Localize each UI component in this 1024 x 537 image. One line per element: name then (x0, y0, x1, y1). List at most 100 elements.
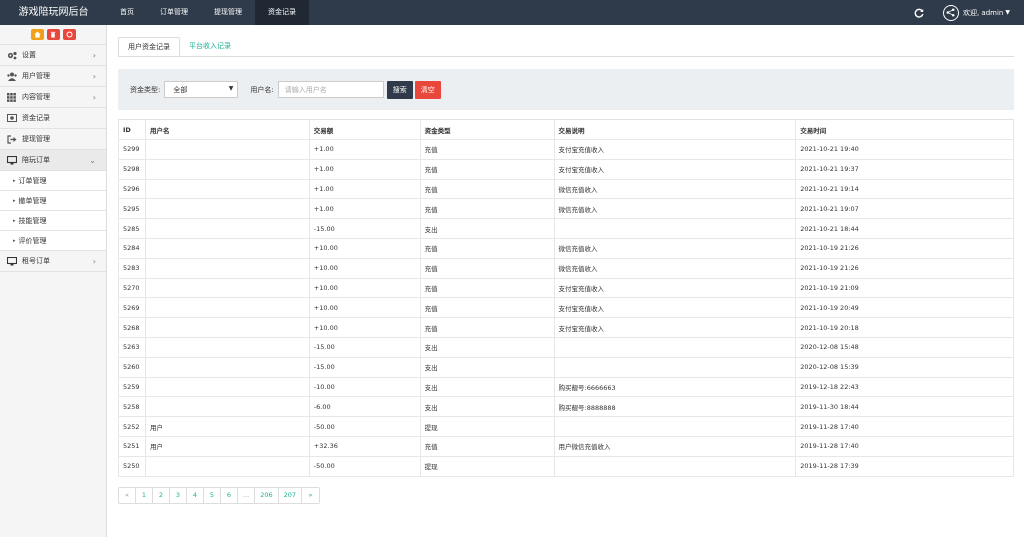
cell-username (146, 278, 310, 298)
table-row: 5296 +1.00 充值 微信充值收入 2021-10-21 19:14 (119, 179, 1014, 200)
cell-type: 充值 (421, 159, 555, 179)
sidebar-item-withdraw[interactable]: 提现管理 (0, 129, 106, 150)
cell-time: 2021-10-21 18:44 (796, 219, 1014, 238)
table-row: 5270 +10.00 充值 支付宝充值收入 2021-10-19 21:09 (119, 278, 1014, 299)
cell-time: 2019-12-18 22:43 (796, 377, 1014, 397)
cell-amount: -50.00 (310, 456, 421, 476)
fund-type-label: 资金类型: (130, 85, 161, 94)
cell-id: 5269 (119, 298, 146, 318)
page-link[interactable]: 6 (221, 488, 238, 503)
sidebar-subitem-orders[interactable]: ▸ 订单管理 (0, 171, 106, 191)
topnav-orders[interactable]: 订单管理 (147, 0, 201, 25)
table-row: 5259 -10.00 支出 购买靓号:6666663 2019-12-18 22:43 (119, 377, 1014, 398)
sidebar-subitem-cancellations[interactable]: ▸ 撤单管理 (0, 191, 106, 211)
cell-type: 支出 (421, 337, 555, 357)
username-input[interactable]: 请输入用户名 (277, 81, 384, 98)
chevron-down-icon: ⌄ (89, 155, 96, 165)
cell-type: 提现 (421, 456, 555, 476)
topnav-withdraw[interactable]: 提现管理 (201, 0, 255, 25)
table-row: 5295 +1.00 充值 微信充值收入 2021-10-21 19:07 (119, 199, 1014, 220)
sidebar-subitem-label: 技能管理 (18, 216, 47, 225)
sidebar-item-funds[interactable]: 资金记录 (0, 108, 106, 129)
sidebar-item-label: 提现管理 (22, 135, 50, 143)
chevron-right-icon: › (92, 92, 96, 102)
user-area: 欢迎, admin ▼ (913, 0, 1024, 25)
cell-amount: +1.00 (310, 159, 421, 179)
cell-amount: +1.00 (310, 179, 421, 199)
header-id: ID (119, 120, 146, 139)
page-link[interactable]: 207 (279, 488, 303, 503)
page-link[interactable]: 5 (204, 488, 221, 503)
sidebar-subitem-skills[interactable]: ▸ 技能管理 (0, 211, 106, 231)
cell-amount: -6.00 (310, 397, 421, 417)
tab-platform-income[interactable]: 平台收入记录 (180, 37, 240, 57)
page-link[interactable]: 4 (187, 488, 204, 503)
cell-id: 5298 (119, 159, 146, 179)
page-prev-button[interactable]: « (119, 488, 136, 503)
avatar[interactable] (942, 4, 959, 21)
home-icon[interactable] (30, 29, 44, 40)
sidebar-item-content[interactable]: 内容管理 › (0, 87, 106, 108)
sidebar-subitem-reviews[interactable]: ▸ 评价管理 (0, 231, 106, 251)
cell-username (146, 159, 310, 179)
header-username: 用户名 (146, 120, 310, 139)
page-link[interactable]: 1 (136, 488, 153, 503)
table-row: 5260 -15.00 支出 2020-12-08 15:39 (119, 357, 1014, 378)
caret-right-icon: ▸ (13, 197, 16, 204)
page-next-button[interactable]: » (302, 488, 319, 503)
page-link[interactable]: 3 (170, 488, 187, 503)
users-icon (6, 71, 17, 81)
tab-user-funds[interactable]: 用户资金记录 (118, 37, 180, 57)
cell-id: 5258 (119, 397, 146, 417)
refresh-icon[interactable] (913, 7, 925, 19)
recycle-icon[interactable] (62, 29, 76, 40)
cell-amount: -15.00 (310, 337, 421, 357)
page-link[interactable]: 2 (153, 488, 170, 503)
cell-time: 2021-10-19 21:09 (796, 278, 1014, 298)
page-link[interactable]: 206 (255, 488, 279, 503)
cell-type: 充值 (421, 140, 555, 159)
topnav-funds[interactable]: 资金记录 (255, 0, 309, 25)
cell-username (146, 377, 310, 397)
cell-username (146, 219, 310, 238)
cell-amount: -10.00 (310, 377, 421, 397)
cell-amount: +1.00 (310, 140, 421, 159)
sidebar-item-label: 用户管理 (22, 72, 50, 80)
cell-type: 充值 (421, 238, 555, 258)
trash-icon[interactable] (46, 29, 60, 40)
table-row: 5251 用户 +32.36 充值 用户微信充值收入 2019-11-28 17:40 (119, 436, 1014, 457)
sidebar-item-rental-orders[interactable]: 租号订单 › (0, 251, 106, 272)
cell-description: 购买靓号:8888888 (555, 397, 797, 417)
cell-amount: +10.00 (310, 298, 421, 318)
tab-divider (118, 56, 1014, 57)
cell-id: 5268 (119, 318, 146, 337)
topnav-home[interactable]: 首页 (107, 0, 147, 25)
fund-type-select[interactable]: 全部 ▼ (164, 81, 239, 98)
cell-description (555, 337, 797, 357)
search-button[interactable]: 搜索 (386, 80, 413, 99)
desktop-icon (6, 155, 17, 165)
cell-description (555, 456, 797, 476)
caret-down-icon[interactable]: ▼ (1005, 9, 1010, 16)
cell-type: 充值 (421, 199, 555, 219)
cell-time: 2020-12-08 15:48 (796, 337, 1014, 357)
cell-username (146, 298, 310, 318)
cell-time: 2020-12-08 15:39 (796, 357, 1014, 377)
cell-id: 5250 (119, 456, 146, 476)
sidebar-item-companion-orders[interactable]: 陪玩订单 ⌄ (0, 150, 106, 171)
table-row: 5283 +10.00 充值 微信充值收入 2021-10-19 21:26 (119, 258, 1014, 279)
cell-description: 支付宝充值收入 (555, 159, 797, 179)
tab-bar: 用户资金记录 平台收入记录 (118, 37, 240, 57)
sidebar-item-settings[interactable]: 设置 › (0, 45, 106, 66)
cell-type: 充值 (421, 258, 555, 278)
welcome-text[interactable]: 欢迎, admin (963, 8, 1003, 18)
sidebar-item-users[interactable]: 用户管理 › (0, 66, 106, 87)
caret-right-icon: ▸ (13, 237, 16, 244)
cell-amount: +10.00 (310, 238, 421, 258)
clear-button[interactable]: 清空 (414, 80, 441, 99)
cell-description: 支付宝充值收入 (555, 278, 797, 298)
cell-time: 2021-10-21 19:40 (796, 140, 1014, 159)
cell-id: 5251 (119, 436, 146, 456)
money-icon (6, 113, 17, 123)
sidebar-subitem-label: 订单管理 (18, 176, 47, 185)
